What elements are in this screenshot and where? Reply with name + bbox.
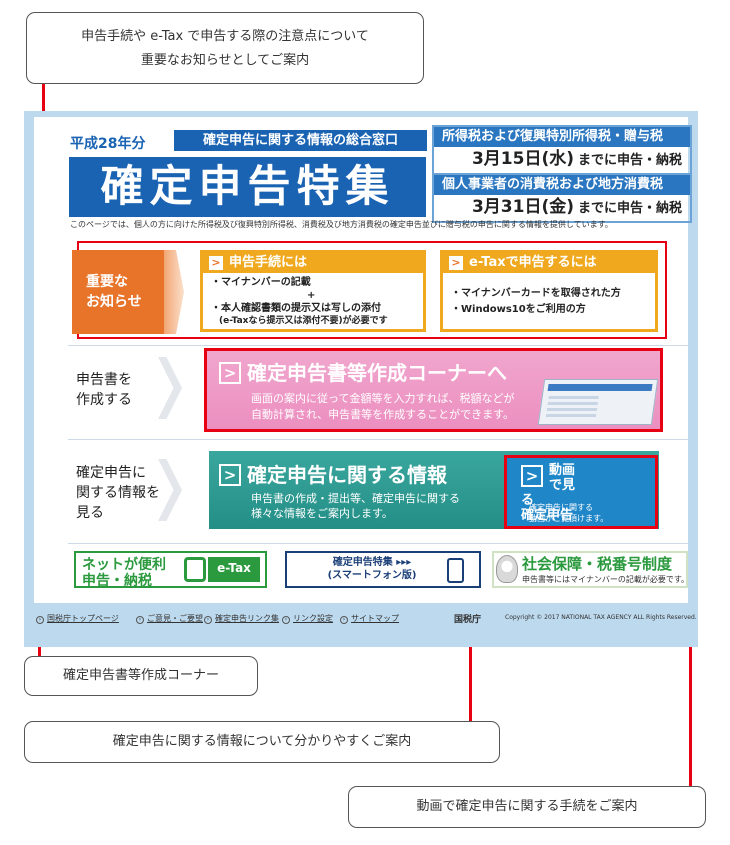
callout-sakusei: 確定申告書等作成コーナー — [24, 656, 258, 696]
video-desc-line1: 確定申告に関する — [529, 503, 593, 512]
footer-link[interactable]: › サイトマップ — [340, 613, 399, 624]
mynumber-banner-line2: 申告書等にはマイナンバーの記載が必要です。 — [522, 575, 690, 584]
footer-link[interactable]: › 確定申告リンク集 — [204, 613, 279, 624]
video-desc-line2: 動画がご覧頂けます。 — [529, 514, 609, 523]
circle-arrow-icon: › — [282, 616, 290, 624]
circle-arrow-icon: › — [36, 616, 44, 624]
mynumber-banner-line1: 社会保障・税番号制度 — [522, 555, 673, 573]
sakusei-desc-line2: 自動計算され、申告書等を作成することができます。 — [251, 408, 515, 421]
notice-label-line2: お知らせ — [86, 294, 142, 310]
deadline-consumption-tax-suffix: までに申告・納税 — [577, 201, 682, 216]
notice-procedure-line: + — [307, 290, 316, 301]
row-create-line1: 申告書を — [76, 372, 132, 388]
notice-etax-line: ・マイナンバーカードを取得された方 — [451, 288, 621, 299]
notice-procedure-line: ・マイナンバーの記載 — [211, 277, 311, 288]
etax-banner[interactable]: ネットが便利 申告・納税 e-Tax — [74, 551, 267, 589]
divider — [68, 543, 688, 544]
footer-link[interactable]: › ご意見・ご要望 — [136, 613, 203, 624]
row-info-line2: 関する情報を — [76, 485, 160, 501]
callout-douga: 動画で確定申告に関する手続をご案内 — [348, 786, 706, 828]
content-panel: 平成28年分 確定申告に関する情報の総合窓口 確定申告特集 所得税および復興特別… — [34, 117, 692, 603]
row-info-line1: 確定申告に — [76, 465, 146, 481]
mascot-icon — [496, 555, 518, 583]
arrow-right-icon: > — [219, 464, 241, 486]
page-title: 確定申告特集 — [69, 157, 426, 217]
circle-arrow-icon: › — [136, 616, 144, 624]
footer-link[interactable]: › リンク設定 — [282, 613, 333, 624]
sakusei-corner-banner[interactable]: > 確定申告書等作成コーナーへ 画面の案内に従って金額等を入力すれば、税額などが … — [204, 348, 663, 432]
circle-arrow-icon: › — [204, 616, 212, 624]
arrow-right-icon: > — [449, 256, 463, 270]
etax-logo-icon — [184, 557, 206, 582]
mynumber-banner[interactable]: 社会保障・税番号制度 申告書等にはマイナンバーの記載が必要です。 — [492, 551, 690, 588]
smartphone-banner-line2: (スマートフォン版) — [327, 570, 417, 581]
arrow-right-icon: > — [219, 362, 241, 384]
intro-text: このページでは、個人の方に向けた所得税及び復興特別所得税、消費税及び地方消費税の… — [70, 220, 613, 229]
info-desc-line2: 様々な情報をご案内します。 — [251, 507, 393, 520]
deadline-income-tax-date: 3月15日(水) — [471, 149, 574, 169]
sakusei-desc-line1: 画面の案内に従って金額等を入力すれば、税額などが — [251, 392, 515, 405]
deadline-consumption-tax-date: 3月31日(金) — [471, 197, 574, 217]
notice-procedure-line: (e-Taxなら提示又は添付不要)が必要です — [219, 316, 388, 326]
video-banner[interactable]: > 動画で見る 確定申告 確定申告に関する 動画がご覧頂けます。 — [504, 455, 658, 529]
circle-arrow-icon: › — [340, 616, 348, 624]
deadline-income-tax-head: 所得税および復興特別所得税・贈与税 — [434, 127, 690, 147]
notice-procedure-box[interactable]: > 申告手続には ・マイナンバーの記載 + ・本人確認書類の提示又は写しの添付 (… — [200, 250, 426, 332]
smartphone-icon — [447, 558, 464, 583]
notice-etax-title: e-Taxで申告するには — [469, 255, 597, 270]
info-desc-line1: 申告書の作成・提出等、確定申告に関する — [251, 492, 460, 505]
smartphone-banner[interactable]: 確定申告特集 ▸▸▸ (スマートフォン版) — [285, 551, 481, 588]
callout-info: 確定申告に関する情報について分かりやすくご案内 — [24, 721, 500, 763]
row-info-label: 確定申告に 関する情報を 見る — [76, 463, 160, 523]
divider — [68, 439, 688, 440]
footer-link[interactable]: › 国税庁トップページ — [36, 613, 119, 624]
arrow-right-icon: > — [521, 465, 543, 487]
notice-label-line1: 重要な — [86, 274, 128, 290]
footer: › 国税庁トップページ › ご意見・ご要望 › 確定申告リンク集 › リンク設定 › サイ… — [34, 607, 697, 637]
smartphone-banner-line1: 確定申告特集 ▸▸▸ — [332, 557, 412, 568]
deadline-consumption-tax-head: 個人事業者の消費税および地方消費税 — [434, 175, 690, 195]
madoguchi-badge: 確定申告に関する情報の総合窓口 — [174, 130, 427, 151]
sakusei-title: 確定申告書等作成コーナーへ — [247, 361, 507, 385]
deadline-consumption-tax: 個人事業者の消費税および地方消費税 3月31日(金) までに申告・納税 — [432, 173, 692, 223]
notice-label: 重要な お知らせ — [72, 250, 164, 334]
row-create-label: 申告書を 作成する — [76, 370, 132, 410]
chevron-right-icon — [158, 459, 182, 521]
divider — [68, 345, 688, 346]
notice-procedure-line: ・本人確認書類の提示又は写しの添付 — [211, 303, 381, 314]
etax-banner-line2: 申告・納税 — [82, 573, 152, 589]
copyright: Copyright © 2017 NATIONAL TAX AGENCY ALL… — [505, 614, 697, 621]
webpage-screenshot: 平成28年分 確定申告に関する情報の総合窓口 確定申告特集 所得税および復興特別… — [24, 111, 698, 647]
deadline-income-tax: 所得税および復興特別所得税・贈与税 3月15日(水) までに申告・納税 — [432, 125, 692, 175]
row-create-line2: 作成する — [76, 392, 132, 408]
heisei-label: 平成28年分 — [70, 136, 146, 152]
notice-etax-box[interactable]: > e-Taxで申告するには ・マイナンバーカードを取得された方 ・Windows… — [440, 250, 658, 332]
arrow-right-icon: > — [209, 256, 223, 270]
callout-notice: 申告手続や e-Tax で申告する際の注意点について 重要なお知らせとしてご案内 — [26, 12, 424, 84]
etax-logo-text: e-Tax — [208, 557, 260, 582]
notice-etax-line: ・Windows10をご利用の方 — [451, 304, 586, 315]
info-title: 確定申告に関する情報 — [247, 463, 447, 487]
notice-procedure-title: 申告手続には — [229, 255, 308, 270]
nta-logo: 国税庁 — [454, 615, 482, 625]
chevron-right-icon — [158, 357, 182, 419]
callout-notice-line1: 申告手続や e-Tax で申告する際の注意点について — [81, 29, 369, 44]
callout-notice-line2: 重要なお知らせとしてご案内 — [140, 53, 310, 68]
deadline-income-tax-suffix: までに申告・納税 — [577, 153, 682, 168]
row-info-line3: 見る — [76, 505, 104, 521]
app-screenshot-thumbnail — [537, 379, 659, 425]
